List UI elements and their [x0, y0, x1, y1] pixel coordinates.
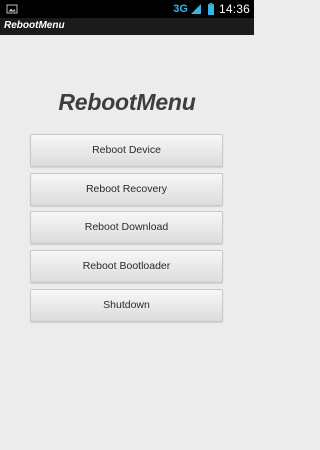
action-bar: RebootMenu — [0, 18, 254, 35]
reboot-recovery-button[interactable]: Reboot Recovery — [30, 173, 223, 206]
clock: 14:36 — [218, 2, 250, 16]
app-title: RebootMenu — [4, 20, 65, 31]
reboot-device-button[interactable]: Reboot Device — [30, 134, 223, 167]
status-indicators: 3G 14:36 — [173, 0, 250, 18]
signal-icon — [190, 4, 201, 14]
page-title: RebootMenu — [58, 89, 196, 115]
battery-icon — [207, 3, 214, 15]
reboot-download-button[interactable]: Reboot Download — [30, 211, 223, 244]
notification-icon — [6, 4, 18, 14]
shutdown-button[interactable]: Shutdown — [30, 289, 223, 322]
status-bar: 3G 14:36 — [0, 0, 254, 18]
reboot-bootloader-button[interactable]: Reboot Bootloader — [30, 250, 223, 283]
network-type: 3G — [173, 3, 188, 15]
